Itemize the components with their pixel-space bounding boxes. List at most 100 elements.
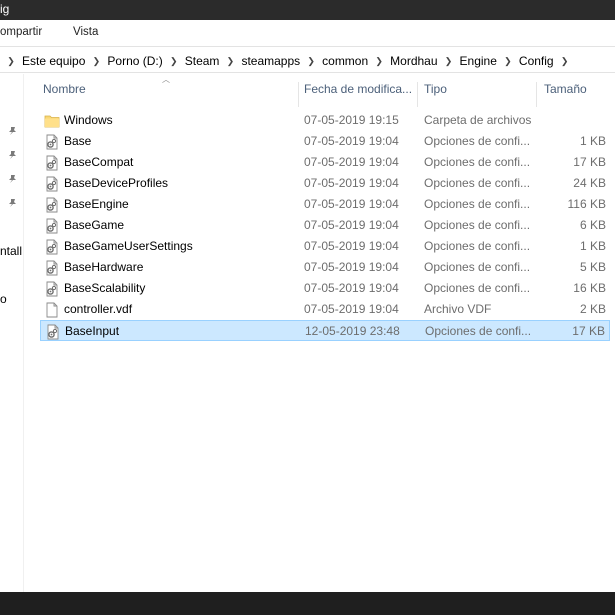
column-header-name[interactable]: Nombre: [43, 82, 86, 106]
nav-item-install[interactable]: ntall: [0, 244, 22, 258]
file-row[interactable]: BaseHardware 07-05-2019 19:04 Opciones de …: [40, 257, 610, 278]
file-row[interactable]: BaseInput 12-05-2019 23:48 Opciones de con…: [40, 320, 610, 341]
file-row[interactable]: BaseCompat 07-05-2019 19:04 Opciones de co…: [40, 152, 610, 173]
file-date: 07-05-2019 19:04: [304, 176, 399, 190]
column-header-date[interactable]: Fecha de modifica...: [304, 82, 412, 106]
file-type: Carpeta de archivos: [424, 113, 532, 127]
file-size: 116 KB: [567, 197, 606, 211]
breadcrumb: ❯ Este equipo ❯ Porno (D:) ❯ Steam ❯ ste…: [3, 54, 573, 68]
sort-ascending-icon: ︿: [162, 75, 170, 84]
file-size: 24 KB: [573, 176, 606, 190]
tab-vista[interactable]: Vista: [73, 26, 98, 38]
config-file-icon: [44, 176, 60, 192]
breadcrumb-engine[interactable]: Engine: [457, 54, 500, 68]
breadcrumb-config[interactable]: Config: [516, 54, 557, 68]
config-file-icon: [44, 239, 60, 255]
tab-compartir[interactable]: ompartir: [0, 26, 42, 38]
breadcrumb-steam[interactable]: Steam: [182, 54, 223, 68]
file-date: 07-05-2019 19:04: [304, 197, 399, 211]
file-type: Opciones de confi...: [425, 324, 532, 338]
file-size: 16 KB: [573, 281, 606, 295]
file-row[interactable]: BaseScalability 07-05-2019 19:04 Opciones …: [40, 278, 610, 299]
file-size: 5 KB: [579, 260, 606, 274]
column-divider[interactable]: [298, 82, 299, 107]
config-file-icon: [44, 155, 60, 171]
file-type: Archivo VDF: [424, 302, 492, 316]
file-row[interactable]: BaseEngine 07-05-2019 19:04 Opciones de co…: [40, 194, 610, 215]
pin-icon[interactable]: [8, 126, 18, 136]
file-name: controller.vdf: [64, 302, 133, 316]
breadcrumb-este-equipo[interactable]: Este equipo: [19, 54, 88, 68]
config-file-icon: [44, 134, 60, 150]
file-name: BaseGameUserSettings: [64, 239, 193, 253]
file-type: Opciones de confi...: [424, 218, 531, 232]
chevron-right-icon[interactable]: ❯: [557, 56, 573, 67]
config-file-icon: [44, 197, 60, 213]
breadcrumb-drive[interactable]: Porno (D:): [104, 54, 165, 68]
chevron-right-icon[interactable]: ❯: [441, 56, 457, 67]
file-date: 07-05-2019 19:15: [304, 113, 399, 127]
file-name: BaseGame: [64, 218, 125, 232]
nav-item[interactable]: o: [0, 292, 7, 306]
window-title: ig: [0, 2, 10, 16]
file-date: 07-05-2019 19:04: [304, 239, 399, 253]
file-date: 07-05-2019 19:04: [304, 155, 399, 169]
ribbon: ompartir Vista: [0, 20, 615, 45]
file-type: Opciones de confi...: [424, 239, 531, 253]
chevron-right-icon[interactable]: ❯: [222, 56, 238, 67]
config-file-icon: [44, 281, 60, 297]
breadcrumb-common[interactable]: common: [319, 54, 371, 68]
file-date: 07-05-2019 19:04: [304, 260, 399, 274]
chevron-right-icon[interactable]: ❯: [166, 56, 182, 67]
file-name: BaseCompat: [64, 155, 134, 169]
file-name: Windows: [64, 113, 113, 127]
file-row[interactable]: BaseGame 07-05-2019 19:04 Opciones de conf…: [40, 215, 610, 236]
file-size: 1 KB: [579, 239, 606, 253]
file-row[interactable]: BaseDeviceProfiles 07-05-2019 19:04 Opcion…: [40, 173, 610, 194]
file-name: Base: [64, 134, 92, 148]
column-header-type[interactable]: Tipo: [424, 82, 447, 106]
file-date: 07-05-2019 19:04: [304, 302, 399, 316]
pin-icon[interactable]: [8, 174, 18, 184]
pin-icon[interactable]: [8, 198, 18, 208]
taskbar: [0, 592, 615, 615]
breadcrumb-mordhau[interactable]: Mordhau: [387, 54, 440, 68]
file-name: BaseDeviceProfiles: [64, 176, 169, 190]
file-size: 6 KB: [579, 218, 606, 232]
file-name: BaseScalability: [64, 281, 146, 295]
pin-icon[interactable]: [8, 150, 18, 160]
file-size: 2 KB: [579, 302, 606, 316]
file-size: 1 KB: [579, 134, 606, 148]
column-divider[interactable]: [536, 82, 537, 107]
file-row[interactable]: controller.vdf 07-05-2019 19:04 Archivo VD…: [40, 299, 610, 320]
file-date: 12-05-2019 23:48: [305, 324, 400, 338]
file-size: 17 KB: [573, 155, 606, 169]
config-file-icon: [45, 324, 61, 340]
folder-icon: [44, 113, 60, 129]
chevron-right-icon[interactable]: ❯: [500, 56, 516, 67]
file-name: BaseHardware: [64, 260, 144, 274]
file-row[interactable]: Windows 07-05-2019 19:15 Carpeta de archiv…: [40, 110, 610, 131]
file-row[interactable]: BaseGameUserSettings 07-05-2019 19:04 Opci…: [40, 236, 610, 257]
file-row[interactable]: Base 07-05-2019 19:04 Opciones de confi...…: [40, 131, 610, 152]
chevron-right-icon[interactable]: ❯: [3, 56, 19, 67]
file-size: 17 KB: [572, 324, 605, 338]
navigation-pane: ntall o: [0, 74, 24, 592]
file-date: 07-05-2019 19:04: [304, 281, 399, 295]
file-date: 07-05-2019 19:04: [304, 134, 399, 148]
chevron-right-icon[interactable]: ❯: [371, 56, 387, 67]
file-type: Opciones de confi...: [424, 281, 531, 295]
chevron-right-icon[interactable]: ❯: [303, 56, 319, 67]
file-name: BaseEngine: [64, 197, 129, 211]
file-list: ︿ Nombre Fecha de modifica... Tipo Tamañ…: [25, 74, 615, 592]
address-bar[interactable]: ❯ Este equipo ❯ Porno (D:) ❯ Steam ❯ ste…: [0, 46, 615, 73]
file-type: Opciones de confi...: [424, 134, 531, 148]
column-header-size[interactable]: Tamaño: [544, 82, 587, 106]
chevron-right-icon[interactable]: ❯: [88, 56, 104, 67]
file-name: BaseInput: [65, 324, 120, 338]
file-type: Opciones de confi...: [424, 176, 531, 190]
breadcrumb-steamapps[interactable]: steamapps: [238, 54, 303, 68]
column-divider[interactable]: [417, 82, 418, 107]
config-file-icon: [44, 218, 60, 234]
file-type: Opciones de confi...: [424, 260, 531, 274]
